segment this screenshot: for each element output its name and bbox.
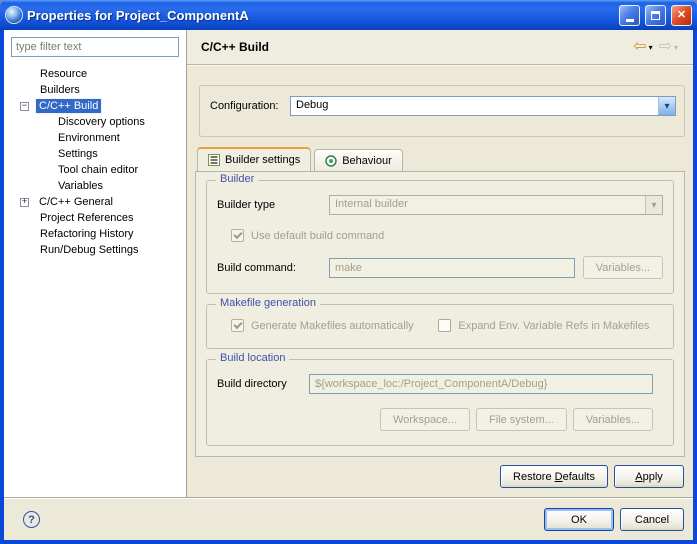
tree-item-settings[interactable]: Settings — [11, 146, 179, 162]
back-button[interactable]: ⇦ ▾ — [630, 38, 655, 56]
behaviour-icon — [325, 155, 337, 167]
restore-defaults-button[interactable]: Restore Defaults — [500, 465, 608, 488]
page-header: C/C++ Build ⇦ ▾ ⇨ ▾ — [187, 30, 693, 65]
close-icon: ✕ — [677, 10, 686, 21]
builder-group: Builder Builder type Internal builder Us… — [206, 180, 674, 294]
cancel-button[interactable]: Cancel — [620, 508, 684, 531]
expand-env-refs-label: Expand Env. Variable Refs in Makefiles — [458, 320, 649, 332]
makefile-generation-group: Makefile generation Generate Makefiles a… — [206, 304, 674, 349]
variables-location-button: Variables... — [573, 408, 653, 431]
back-menu-caret-icon: ▾ — [649, 43, 653, 52]
preferences-tree: Resource Builders C/C++ Build Discovery … — [11, 66, 179, 258]
build-location-group-label: Build location — [216, 352, 289, 364]
build-directory-label: Build directory — [217, 378, 309, 390]
tree-item-run-debug-settings[interactable]: Run/Debug Settings — [11, 242, 179, 258]
forward-menu-caret-icon: ▾ — [674, 43, 678, 52]
minimize-button[interactable] — [619, 5, 640, 26]
tree-item-refactoring-history[interactable]: Refactoring History — [11, 226, 179, 242]
maximize-icon — [651, 11, 660, 20]
back-arrow-icon: ⇦ — [633, 39, 646, 55]
workspace-button: Workspace... — [380, 408, 470, 431]
tab-label: Builder settings — [225, 154, 300, 166]
tree-item-tool-chain-editor[interactable]: Tool chain editor — [11, 162, 179, 178]
tree-collapse-icon[interactable] — [20, 102, 29, 111]
file-system-button: File system... — [476, 408, 567, 431]
builder-type-value: Internal builder — [330, 196, 645, 214]
tree-item-environment[interactable]: Environment — [11, 130, 179, 146]
build-tabfolder: Builder settings Behaviour Builder Build… — [195, 147, 685, 457]
variables-button: Variables... — [583, 256, 663, 279]
tree-item-project-references[interactable]: Project References — [11, 210, 179, 226]
forward-arrow-icon: ⇨ — [659, 39, 672, 55]
use-default-build-command-checkbox — [231, 229, 244, 242]
expand-env-refs-checkbox — [438, 319, 451, 332]
build-location-group: Build location Build directory ${workspa… — [206, 359, 674, 446]
generate-makefiles-checkbox — [231, 319, 244, 332]
chevron-down-icon — [645, 196, 662, 214]
filter-input[interactable] — [11, 37, 179, 57]
build-command-label: Build command: — [217, 262, 329, 274]
main-panel: C/C++ Build ⇦ ▾ ⇨ ▾ Configuration: Debug — [187, 30, 693, 497]
builder-type-combobox: Internal builder — [329, 195, 663, 215]
build-command-input: make — [329, 258, 575, 278]
configuration-group: Configuration: Debug — [199, 85, 685, 137]
tree-item-variables[interactable]: Variables — [11, 178, 179, 194]
tree-expand-icon[interactable] — [20, 198, 29, 207]
properties-dialog: Properties for Project_ComponentA ✕ Reso… — [0, 0, 697, 544]
window-title: Properties for Project_ComponentA — [27, 8, 614, 23]
page-title: C/C++ Build — [201, 40, 630, 54]
makefile-generation-group-label: Makefile generation — [216, 297, 320, 309]
tab-behaviour[interactable]: Behaviour — [314, 149, 403, 171]
tab-builder-settings[interactable]: Builder settings — [197, 147, 311, 171]
tree-item-discovery-options[interactable]: Discovery options — [11, 114, 179, 130]
builder-type-label: Builder type — [217, 199, 329, 211]
tree-item-builders[interactable]: Builders — [11, 82, 179, 98]
titlebar[interactable]: Properties for Project_ComponentA ✕ — [0, 0, 697, 30]
tree-item-cpp-build[interactable]: C/C++ Build — [11, 98, 179, 114]
configuration-label: Configuration: — [210, 100, 290, 112]
tree-item-resource[interactable]: Resource — [11, 66, 179, 82]
builder-group-label: Builder — [216, 173, 258, 185]
chevron-down-icon[interactable] — [658, 97, 675, 115]
tree-item-cpp-general[interactable]: C/C++ General — [11, 194, 179, 210]
window-icon — [6, 7, 22, 23]
page-actions: Restore Defaults Apply — [187, 465, 684, 488]
tab-label: Behaviour — [342, 155, 392, 167]
maximize-button[interactable] — [645, 5, 666, 26]
use-default-build-command-label: Use default build command — [251, 230, 384, 242]
help-button[interactable]: ? — [23, 511, 40, 528]
apply-button[interactable]: Apply — [614, 465, 684, 488]
dialog-footer: ? OK Cancel — [4, 499, 693, 540]
minimize-icon — [626, 19, 634, 22]
configuration-value: Debug — [291, 97, 658, 115]
preferences-sidebar: Resource Builders C/C++ Build Discovery … — [4, 30, 187, 497]
configuration-combobox[interactable]: Debug — [290, 96, 676, 116]
ok-button[interactable]: OK — [544, 508, 614, 531]
close-button[interactable]: ✕ — [671, 5, 692, 26]
generate-makefiles-label: Generate Makefiles automatically — [251, 320, 414, 332]
builder-settings-pane: Builder Builder type Internal builder Us… — [195, 171, 685, 457]
forward-button: ⇨ ▾ — [656, 38, 681, 56]
help-icon: ? — [28, 514, 35, 526]
builder-settings-icon — [208, 154, 220, 166]
build-directory-input: ${workspace_loc:/Project_ComponentA/Debu… — [309, 374, 653, 394]
